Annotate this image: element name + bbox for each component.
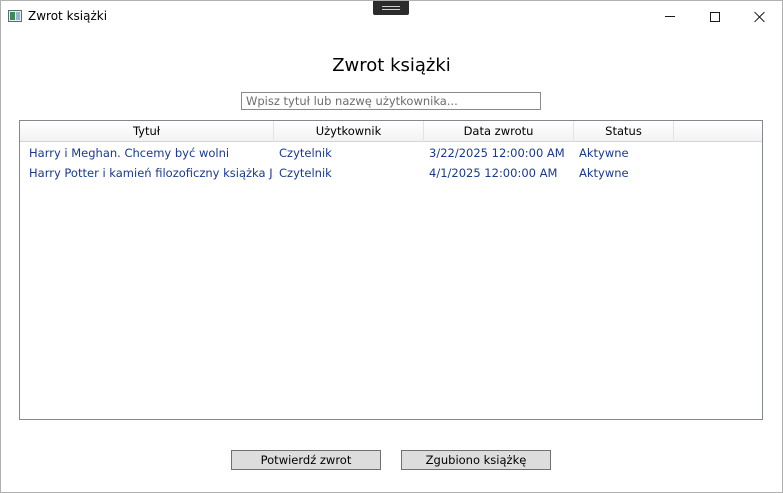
confirm-return-button[interactable]: Potwierdź zwrot xyxy=(231,450,381,470)
close-icon xyxy=(754,11,766,23)
cell-title: Harry i Meghan. Chcemy być wolni xyxy=(29,146,230,160)
cell-user: Czytelnik xyxy=(279,146,332,160)
close-button[interactable] xyxy=(737,1,782,32)
drag-handle[interactable] xyxy=(373,1,409,15)
main-window: Zwrot książki Zwrot książki Tytuł Użytko… xyxy=(0,0,783,493)
table-row[interactable]: Harry i Meghan. Chcemy być wolni Czyteln… xyxy=(20,143,762,163)
column-header-return-date[interactable]: Data zwrotu xyxy=(424,121,574,142)
cell-return-date: 3/22/2025 12:00:00 AM xyxy=(429,146,565,160)
column-header-title[interactable]: Tytuł xyxy=(20,121,274,142)
column-header-user[interactable]: Użytkownik xyxy=(274,121,424,142)
app-window-icon xyxy=(8,10,22,22)
cell-title: Harry Potter i kamień filozoficzny książ… xyxy=(29,166,274,180)
cell-status: Aktywne xyxy=(579,166,629,180)
cell-status: Aktywne xyxy=(579,146,629,160)
grid-header: Tytuł Użytkownik Data zwrotu Status xyxy=(20,121,762,142)
returns-data-grid[interactable]: Tytuł Użytkownik Data zwrotu Status Harr… xyxy=(19,120,763,420)
cell-user: Czytelnik xyxy=(279,166,332,180)
lost-book-button[interactable]: Zgubiono książkę xyxy=(401,450,551,470)
title-bar[interactable]: Zwrot książki xyxy=(1,1,782,32)
minimize-button[interactable] xyxy=(647,1,692,32)
search-input[interactable] xyxy=(241,92,541,110)
minimize-icon xyxy=(664,16,675,17)
drag-handle-bar xyxy=(382,9,400,10)
column-header-status[interactable]: Status xyxy=(574,121,674,142)
maximize-icon xyxy=(709,11,720,22)
window-title: Zwrot książki xyxy=(28,9,108,23)
drag-handle-bar xyxy=(382,6,400,7)
maximize-button[interactable] xyxy=(692,1,737,32)
page-title: Zwrot książki xyxy=(332,55,451,76)
table-row[interactable]: Harry Potter i kamień filozoficzny książ… xyxy=(20,163,762,183)
cell-return-date: 4/1/2025 12:00:00 AM xyxy=(429,166,558,180)
